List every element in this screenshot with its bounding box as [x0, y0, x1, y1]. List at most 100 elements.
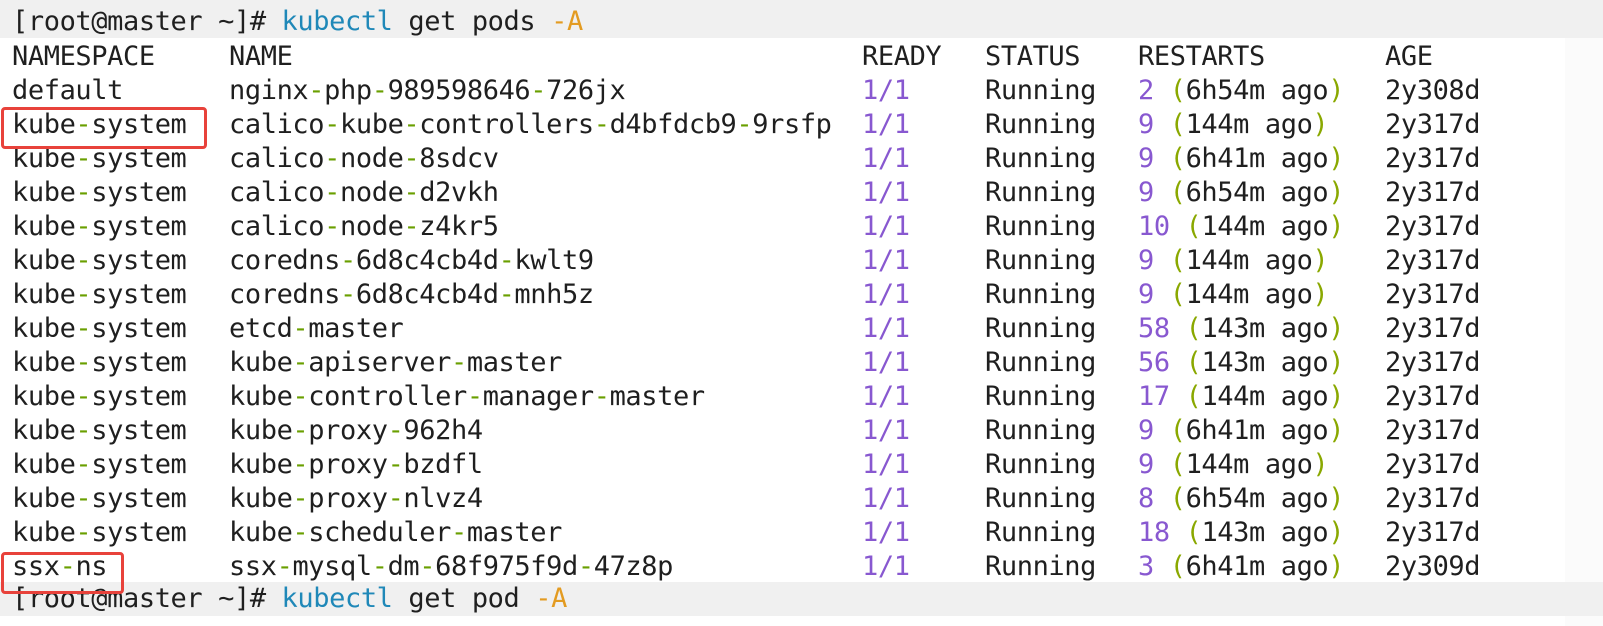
- cell-namespace: default: [12, 74, 123, 108]
- header-restarts: RESTARTS: [1138, 41, 1265, 72]
- paren-open: (: [1169, 177, 1186, 208]
- ready-value: 1/1: [862, 415, 910, 446]
- cell-ready: 1/1: [862, 176, 910, 210]
- cell-ready: 1/1: [862, 74, 910, 108]
- paren-open: (: [1169, 109, 1186, 140]
- name-part: 6d8c4cb4d: [355, 279, 499, 310]
- cell-restarts: 9 (144m ago): [1138, 108, 1329, 142]
- name-dash: -: [498, 245, 515, 276]
- cell-name: kube-proxy-nlvz4: [229, 482, 483, 516]
- ready-value: 1/1: [862, 483, 910, 514]
- header-status: STATUS: [985, 41, 1081, 72]
- ready-value: 1/1: [862, 313, 910, 344]
- table-row: kube-system calico-node-8sdcv 1/1 Running 9 …: [0, 142, 1603, 176]
- restarts-count: 56: [1138, 347, 1170, 378]
- cell-status: Running: [985, 449, 1096, 480]
- cell-age: 2y317d: [1385, 483, 1481, 514]
- namespace-part: system: [91, 177, 187, 208]
- cell-name: nginx-php-989598646-726jx: [229, 74, 626, 108]
- restarts-count: 9: [1138, 177, 1154, 208]
- cell-restarts: 8 (6h54m ago): [1138, 482, 1345, 516]
- cell-age: 2y317d: [1385, 211, 1481, 242]
- restarts-when: 144m ago: [1185, 449, 1313, 480]
- restarts-count: 9: [1138, 109, 1154, 140]
- paren-close: ): [1312, 449, 1329, 480]
- cell-namespace: kube-system: [12, 210, 187, 244]
- ready-value: 1/1: [862, 109, 910, 140]
- cell-status: Running: [985, 279, 1096, 310]
- ready-value: 1/1: [862, 279, 910, 310]
- name-dash: -: [292, 381, 309, 412]
- cell-name: kube-controller-manager-master: [229, 380, 705, 414]
- cell-name: calico-kube-controllers-d4bfdcb9-9rsfp: [229, 108, 832, 142]
- name-part: php: [324, 75, 372, 106]
- restarts-count: 58: [1138, 313, 1170, 344]
- name-part: etcd: [229, 313, 293, 344]
- name-part: calico: [229, 143, 325, 174]
- namespace-part: kube: [12, 449, 76, 480]
- name-part: kube: [229, 381, 293, 412]
- paren-close: ): [1328, 75, 1345, 106]
- prompt-prefix: [root@master ~]#: [12, 6, 282, 37]
- name-part: kube: [229, 483, 293, 514]
- cell-name: coredns-6d8c4cb4d-kwlt9: [229, 244, 594, 278]
- name-dash: -: [387, 449, 404, 480]
- name-dash: -: [324, 211, 340, 242]
- cell-ready: 1/1: [862, 312, 910, 346]
- paren-open: (: [1185, 211, 1202, 242]
- name-dash: -: [577, 551, 594, 582]
- restarts-when: 144m ago: [1201, 211, 1329, 242]
- paren-open: (: [1169, 551, 1186, 582]
- cell-ready: 1/1: [862, 244, 910, 278]
- highlight-box-kube-system: [1, 107, 207, 149]
- cell-restarts: 9 (6h41m ago): [1138, 142, 1345, 176]
- cell-status: Running: [985, 177, 1096, 208]
- name-part: apiserver: [308, 347, 451, 378]
- restarts-count: 17: [1138, 381, 1170, 412]
- cell-status: Running: [985, 109, 1096, 140]
- table-row: default nginx-php-989598646-726jx 1/1 Runni…: [0, 74, 1603, 108]
- paren-open: (: [1185, 517, 1202, 548]
- name-dash: -: [292, 449, 309, 480]
- name-dash: -: [292, 415, 309, 446]
- paren-close: ): [1312, 245, 1329, 276]
- namespace-part: kube: [12, 313, 76, 344]
- table-row: kube-system kube-scheduler-master 1/1 Runni…: [0, 516, 1603, 550]
- restarts-count: 9: [1138, 449, 1154, 480]
- namespace-part: system: [91, 415, 187, 446]
- table-row: kube-system kube-apiserver-master 1/1 Runni…: [0, 346, 1603, 380]
- name-part: 989598646: [387, 75, 531, 106]
- restarts-count: 2: [1138, 75, 1154, 106]
- name-dash: -: [387, 483, 404, 514]
- name-part: 962h4: [403, 415, 483, 446]
- name-dash: -: [292, 517, 309, 548]
- cell-ready: 1/1: [862, 278, 910, 312]
- namespace-dash: -: [75, 449, 92, 480]
- cell-ready: 1/1: [862, 448, 910, 482]
- restarts-when: 144m ago: [1185, 279, 1313, 310]
- cell-status: Running: [985, 143, 1096, 174]
- table-row: ssx-ns ssx-mysql-dm-68f975f9d-47z8p 1/1 Run…: [0, 550, 1603, 584]
- header-ready: READY: [862, 41, 942, 72]
- name-part: 68f975f9d: [435, 551, 578, 582]
- name-part: kube: [229, 347, 293, 378]
- name-part: dm: [387, 551, 420, 582]
- name-part: 9rsfp: [752, 109, 832, 140]
- paren-close: ): [1328, 381, 1345, 412]
- restarts-count: 9: [1138, 279, 1154, 310]
- prompt-first: [root@master ~]# kubectl get pods -A: [12, 0, 583, 44]
- paren-open: (: [1169, 75, 1186, 106]
- name-part: proxy: [308, 415, 388, 446]
- name-part: proxy: [308, 449, 388, 480]
- paren-open: (: [1185, 347, 1202, 378]
- cell-age: 2y317d: [1385, 177, 1481, 208]
- ready-value: 1/1: [862, 245, 910, 276]
- table-row: kube-system kube-proxy-nlvz4 1/1 Running 8 (…: [0, 482, 1603, 516]
- cell-namespace: kube-system: [12, 448, 187, 482]
- namespace-part: kube: [12, 279, 76, 310]
- namespace-part: kube: [12, 177, 76, 208]
- cell-status: Running: [985, 415, 1096, 446]
- terminal-window[interactable]: [root@master ~]# kubectl get pods -A NAME…: [0, 0, 1603, 626]
